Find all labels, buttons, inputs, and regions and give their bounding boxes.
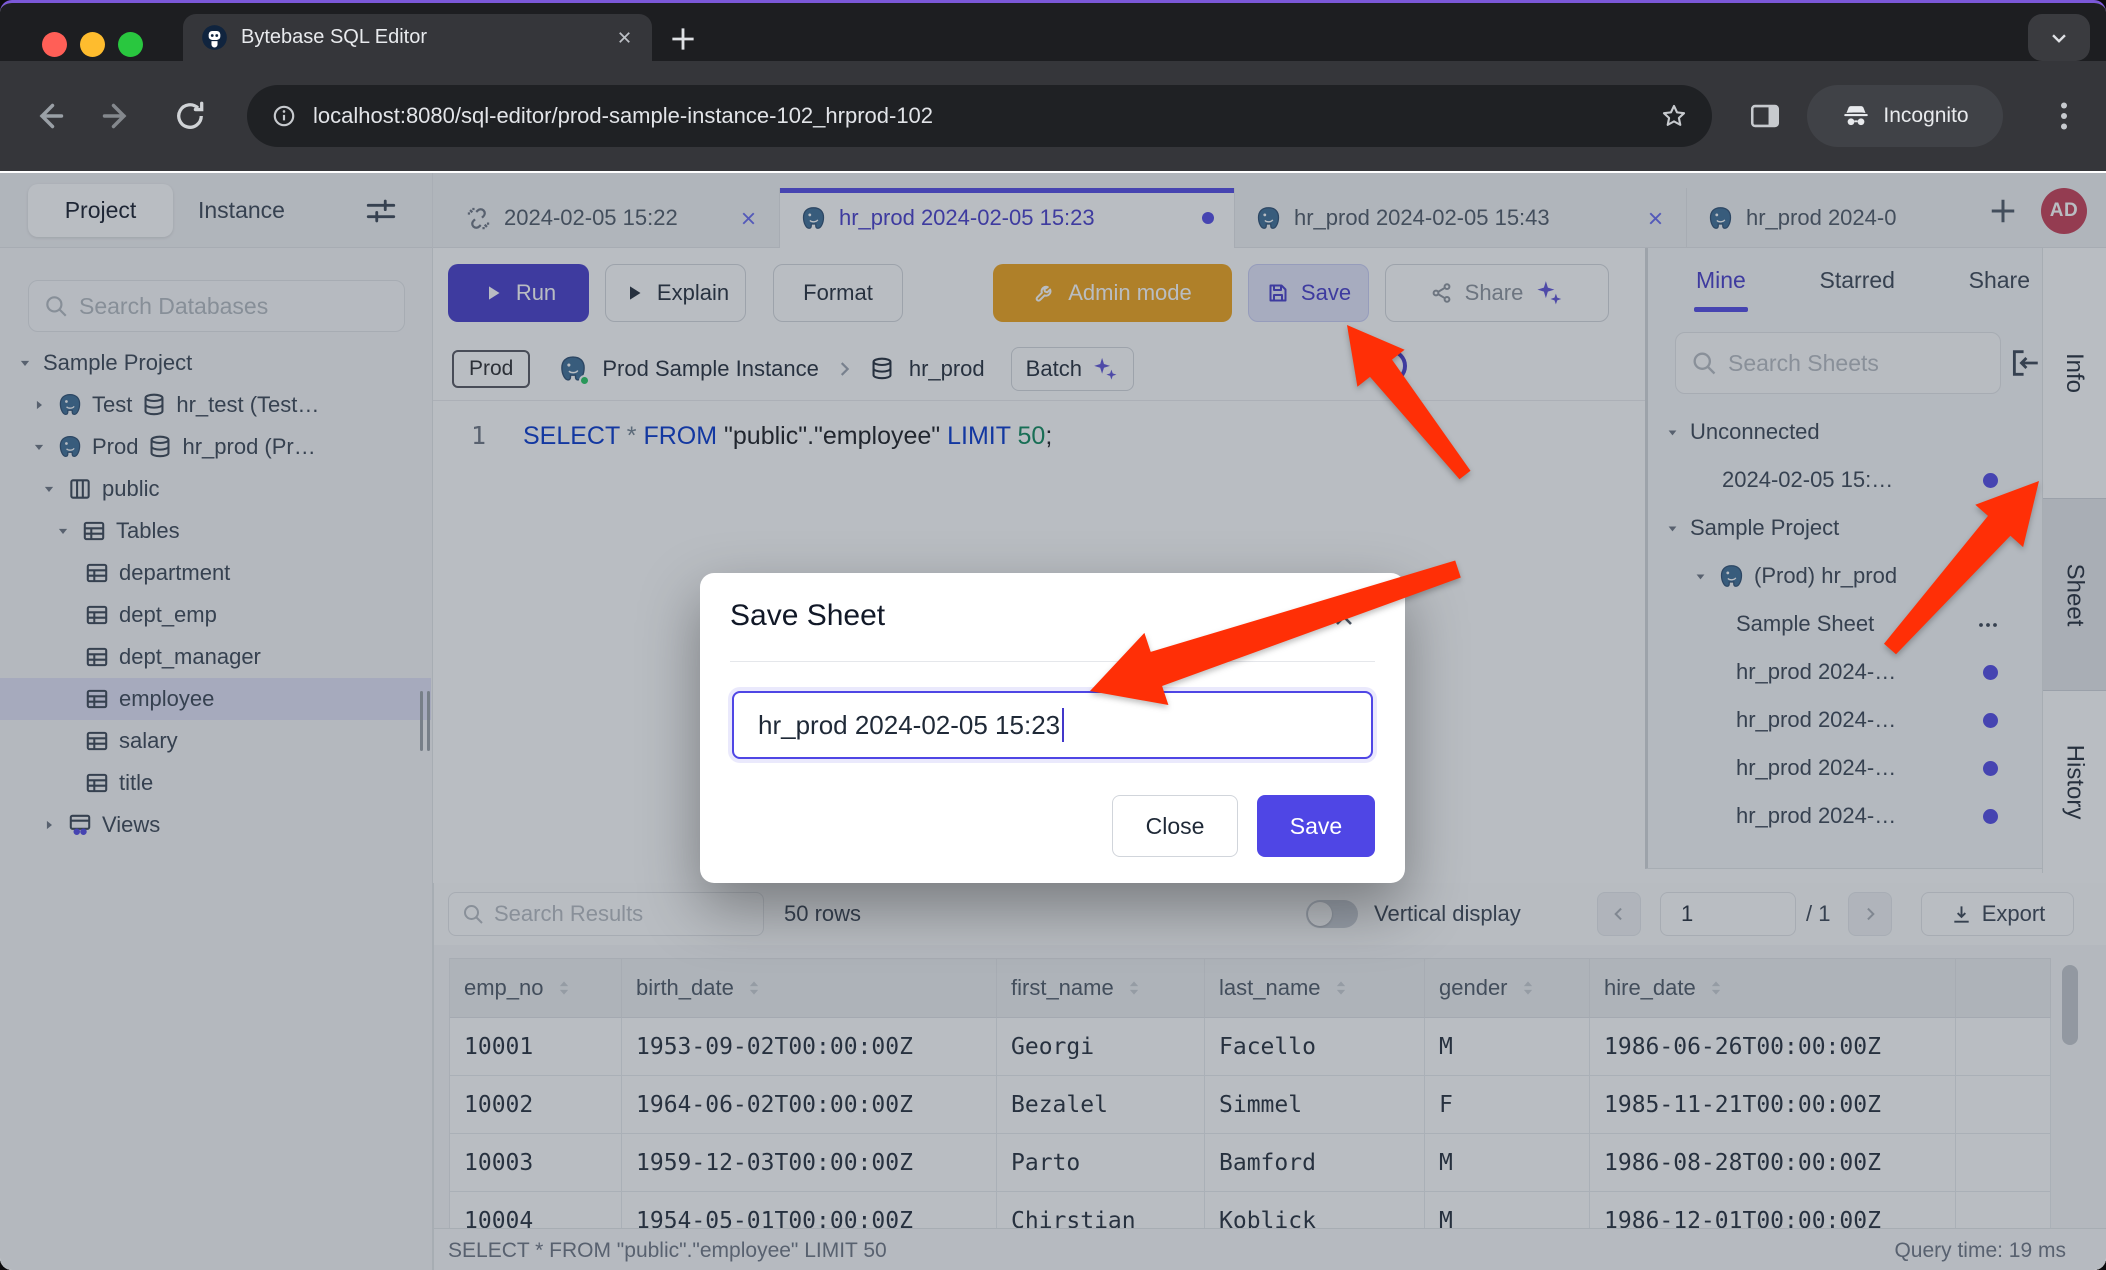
text-caret: [1062, 708, 1064, 742]
site-info-icon[interactable]: [271, 103, 297, 129]
close-button[interactable]: Close: [1112, 795, 1238, 857]
reload-icon[interactable]: [172, 98, 208, 134]
incognito-label: Incognito: [1883, 104, 1968, 128]
dialog-save-button[interactable]: Save: [1257, 795, 1375, 857]
incognito-badge: Incognito: [1807, 85, 2003, 147]
close-icon[interactable]: [1330, 603, 1358, 631]
chevron-down-icon: [2048, 27, 2070, 49]
url-text: localhost:8080/sql-editor/prod-sample-in…: [313, 103, 1644, 129]
bytebase-favicon: [201, 24, 228, 51]
side-panel-icon[interactable]: [1748, 99, 1782, 133]
forward-icon[interactable]: [100, 98, 136, 134]
bookmark-star-icon[interactable]: [1660, 102, 1688, 130]
sheet-name-value: hr_prod 2024-02-05 15:23: [758, 710, 1060, 741]
browser-window: Bytebase SQL Editor localhost:8080/sql-e…: [0, 0, 2106, 1270]
browser-tab[interactable]: Bytebase SQL Editor: [183, 14, 652, 61]
browser-tab-title: Bytebase SQL Editor: [241, 26, 602, 49]
dialog-title: Save Sheet: [730, 599, 885, 633]
traffic-light-zoom[interactable]: [118, 32, 143, 57]
tab-search-button[interactable]: [2028, 14, 2090, 61]
dialog-divider: [730, 661, 1375, 662]
browser-navbar: localhost:8080/sql-editor/prod-sample-in…: [0, 61, 2106, 171]
sheet-name-input[interactable]: hr_prod 2024-02-05 15:23: [732, 691, 1373, 759]
incognito-icon: [1841, 101, 1871, 131]
save-sheet-dialog: Save Sheet hr_prod 2024-02-05 15:23 Clos…: [700, 573, 1405, 883]
back-icon[interactable]: [30, 98, 66, 134]
tab-close-icon[interactable]: [615, 28, 634, 47]
traffic-light-close[interactable]: [42, 32, 67, 57]
address-bar[interactable]: localhost:8080/sql-editor/prod-sample-in…: [247, 85, 1712, 147]
browser-tabstrip: Bytebase SQL Editor: [0, 3, 2106, 61]
traffic-light-minimize[interactable]: [80, 32, 105, 57]
new-tab-button[interactable]: [666, 22, 700, 56]
browser-menu-icon[interactable]: [2046, 98, 2082, 134]
bytebase-app: Project Instance 2024-02-05 15:22hr_prod…: [0, 173, 2106, 1270]
